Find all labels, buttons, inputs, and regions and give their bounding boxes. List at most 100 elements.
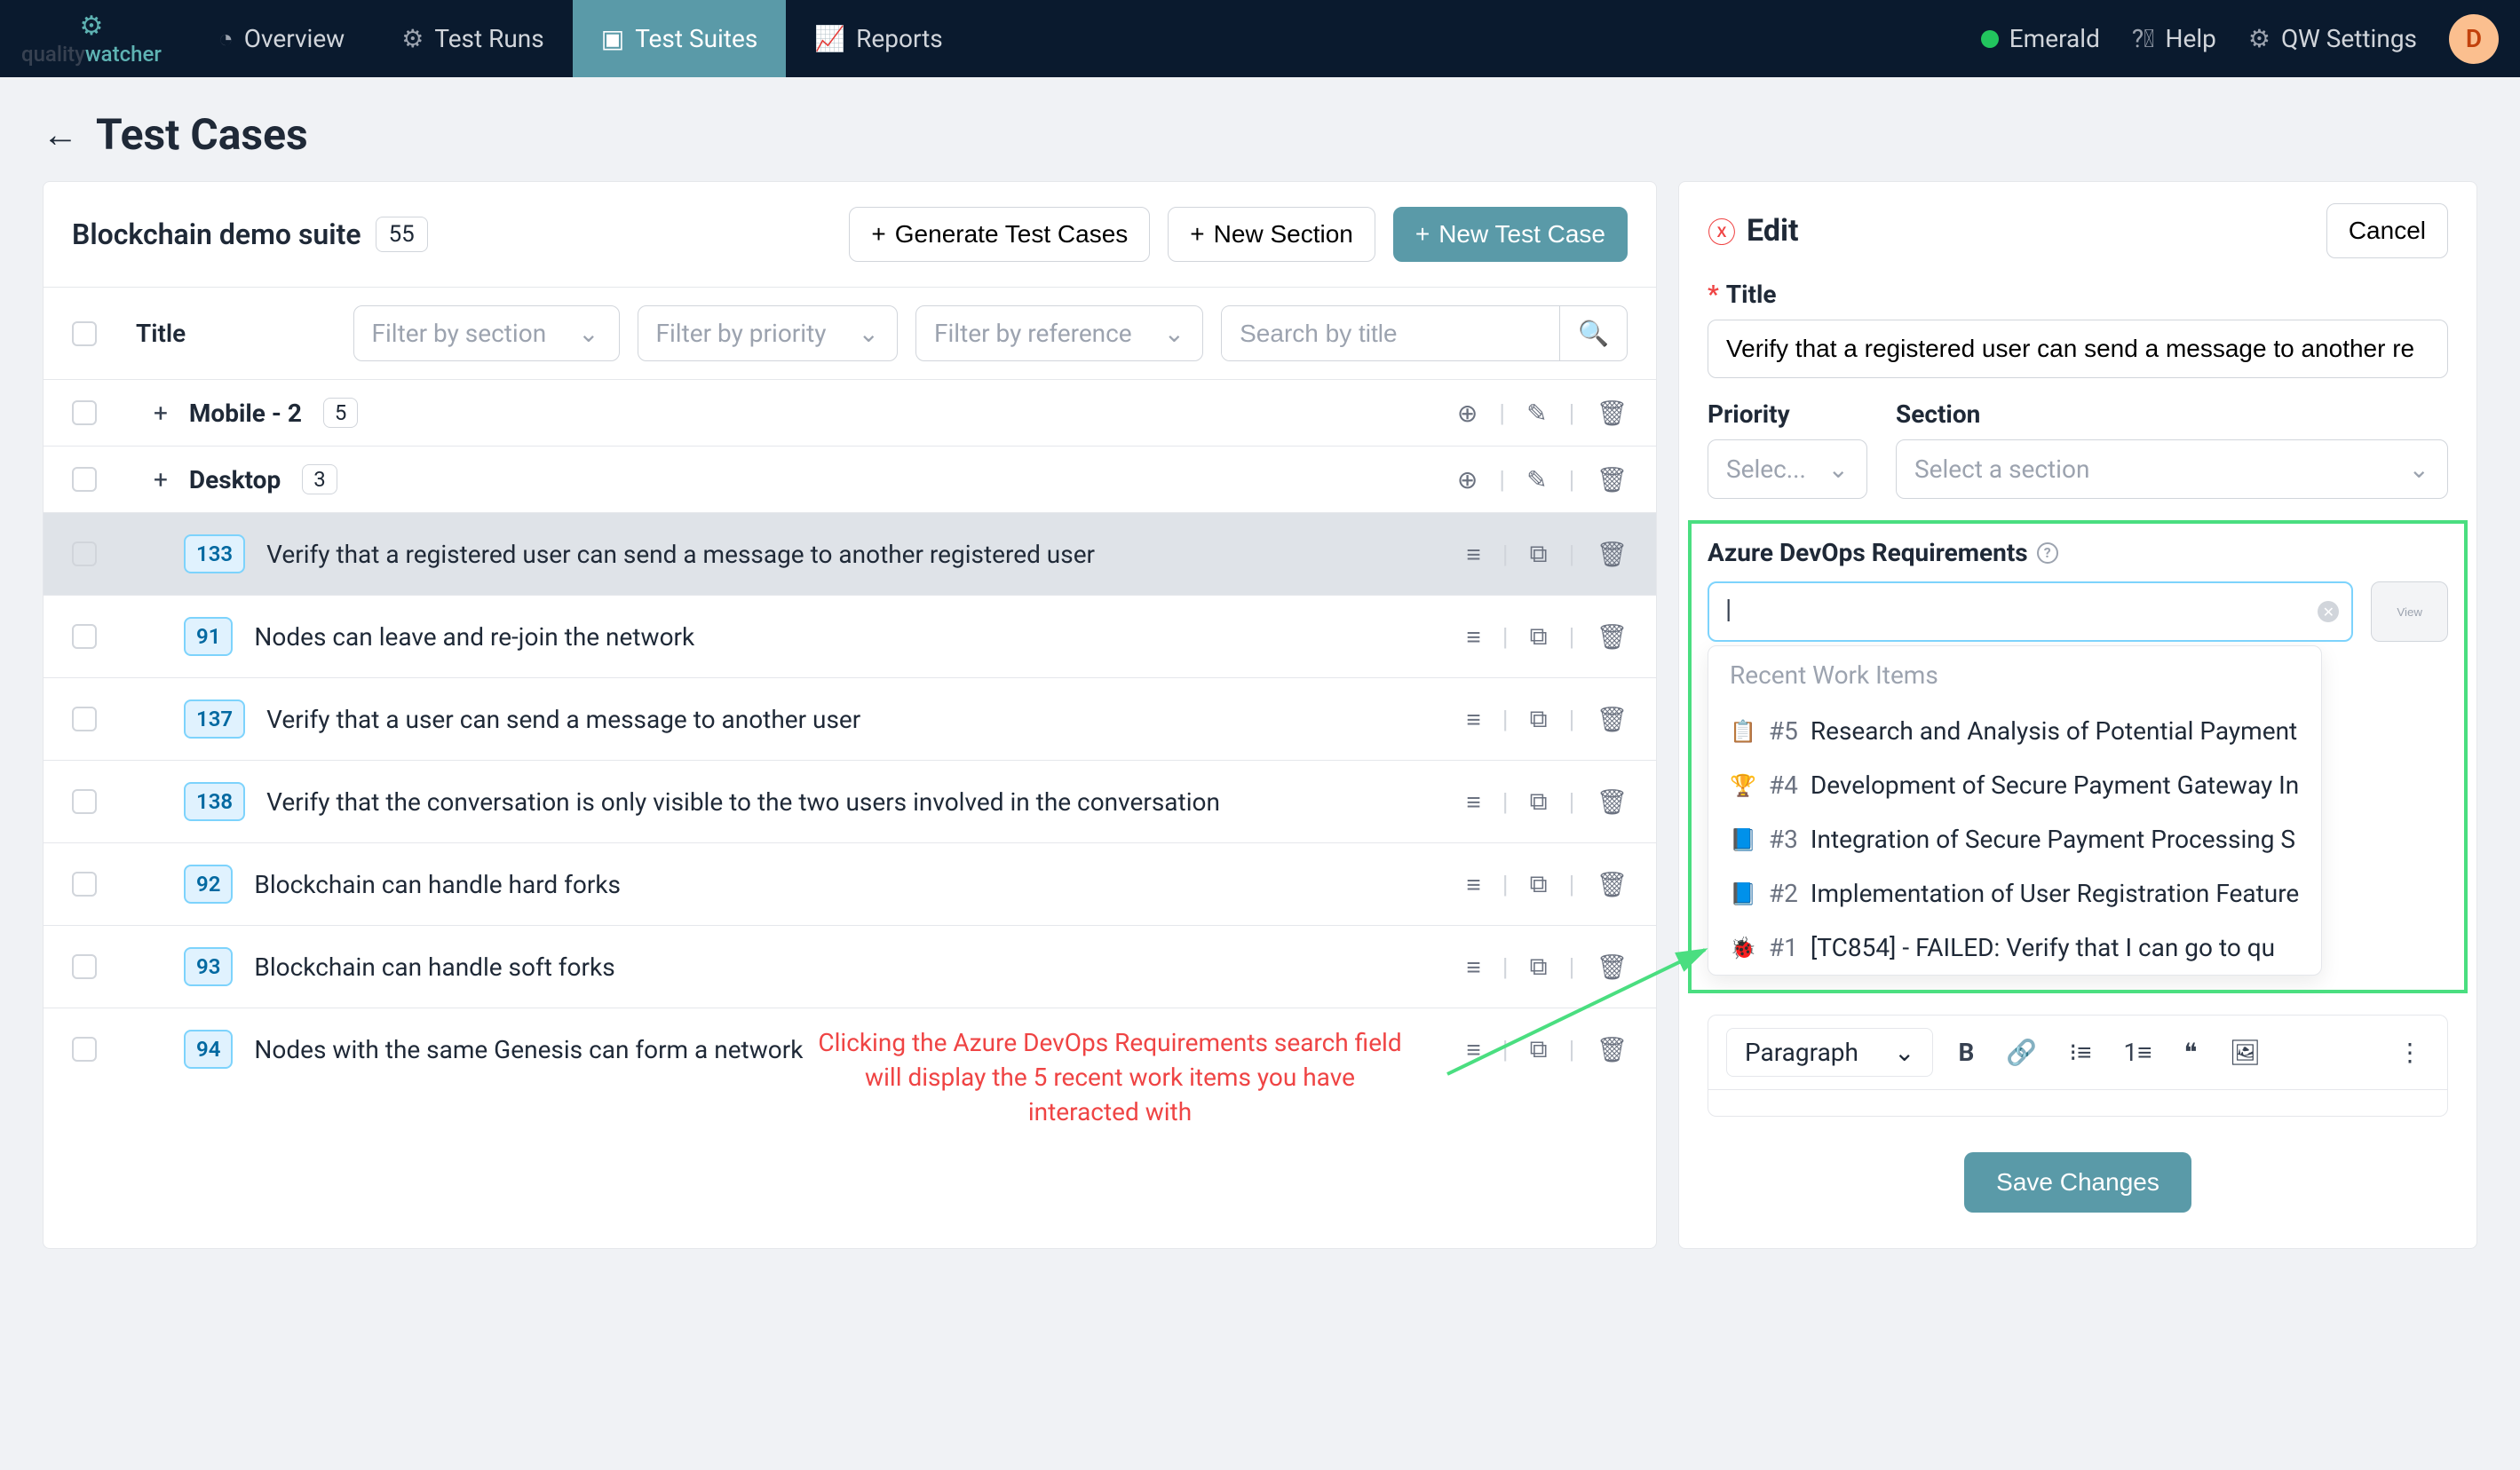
- copy-icon[interactable]: ⧉: [1530, 1034, 1548, 1064]
- copy-icon[interactable]: ⧉: [1530, 952, 1548, 982]
- work-item-id: #4: [1769, 771, 1798, 800]
- case-checkbox[interactable]: [72, 1037, 97, 1062]
- work-item[interactable]: 📋 #5 Research and Analysis of Potential …: [1708, 704, 2321, 758]
- search-input[interactable]: [1222, 307, 1559, 360]
- paragraph-select[interactable]: Paragraph⌄: [1726, 1028, 1933, 1077]
- case-id: 137: [184, 699, 245, 739]
- case-row[interactable]: 94 Nodes with the same Genesis can form …: [44, 1008, 1656, 1090]
- delete-icon[interactable]: 🗑: [1596, 952, 1628, 982]
- section-select[interactable]: Select a section⌄: [1896, 439, 2448, 499]
- case-title: Verify that a registered user can send a…: [266, 540, 1445, 569]
- chevron-down-icon: ⌄: [859, 319, 879, 348]
- info-icon[interactable]: ?: [2037, 542, 2058, 564]
- delete-icon[interactable]: 🗑: [1596, 787, 1628, 817]
- select-all-checkbox[interactable]: [72, 321, 97, 346]
- case-checkbox[interactable]: [72, 954, 97, 979]
- delete-icon[interactable]: 🗑: [1596, 399, 1628, 428]
- delete-icon[interactable]: 🗑: [1596, 622, 1628, 652]
- drag-icon[interactable]: ≡: [1466, 705, 1480, 734]
- expand-icon[interactable]: +: [154, 399, 168, 428]
- team-selector[interactable]: Emerald: [1981, 24, 2100, 53]
- drag-icon[interactable]: ≡: [1466, 1035, 1480, 1064]
- edit-icon[interactable]: ✎: [1526, 399, 1547, 428]
- case-checkbox[interactable]: [72, 541, 97, 566]
- case-checkbox[interactable]: [72, 707, 97, 731]
- link-icon[interactable]: 🔗: [1999, 1038, 2044, 1067]
- delete-icon[interactable]: 🗑: [1596, 1035, 1628, 1064]
- numbered-list-icon[interactable]: 1≡: [2116, 1038, 2159, 1067]
- case-id: 133: [184, 534, 245, 573]
- copy-icon[interactable]: ⧉: [1530, 539, 1548, 569]
- work-item[interactable]: 🏆 #4 Development of Secure Payment Gatew…: [1708, 758, 2321, 812]
- cancel-button[interactable]: Cancel: [2326, 203, 2448, 258]
- delete-icon[interactable]: 🗑: [1596, 540, 1628, 569]
- new-test-case-button[interactable]: +New Test Case: [1393, 207, 1628, 262]
- nav-reports[interactable]: 📈Reports: [786, 0, 971, 77]
- close-circle-icon[interactable]: ⓧ: [1708, 210, 1736, 251]
- save-changes-button[interactable]: Save Changes: [1964, 1152, 2191, 1213]
- work-item[interactable]: 📘 #3 Integration of Secure Payment Proce…: [1708, 812, 2321, 866]
- case-row[interactable]: 133 Verify that a registered user can se…: [44, 512, 1656, 595]
- add-icon[interactable]: ⊕: [1457, 465, 1478, 494]
- case-checkbox[interactable]: [72, 789, 97, 814]
- case-checkbox[interactable]: [72, 624, 97, 649]
- delete-icon[interactable]: 🗑: [1596, 705, 1628, 734]
- case-row[interactable]: 137 Verify that a user can send a messag…: [44, 677, 1656, 760]
- bullet-list-icon[interactable]: ⁝≡: [2062, 1038, 2098, 1067]
- case-row[interactable]: 92 Blockchain can handle hard forks ≡| ⧉…: [44, 842, 1656, 925]
- nav-help[interactable]: ?⃝Help: [2132, 0, 2216, 77]
- drag-icon[interactable]: ≡: [1466, 870, 1480, 899]
- section-checkbox[interactable]: [72, 467, 97, 492]
- case-row[interactable]: 138 Verify that the conversation is only…: [44, 760, 1656, 842]
- title-input[interactable]: [1708, 320, 2448, 378]
- section-count: 3: [302, 464, 337, 494]
- work-item[interactable]: 🐞 #1 [TC854] - FAILED: Verify that I can…: [1708, 921, 2321, 975]
- section-row-mobile[interactable]: + Mobile - 2 5 ⊕| ✎| 🗑: [44, 379, 1656, 446]
- back-arrow-icon[interactable]: ←: [43, 114, 78, 155]
- page-title: Test Cases: [96, 109, 308, 160]
- editor-body[interactable]: [1708, 1090, 2448, 1117]
- work-item[interactable]: 📘 #2 Implementation of User Registration…: [1708, 866, 2321, 921]
- drag-icon[interactable]: ≡: [1466, 622, 1480, 652]
- edit-icon[interactable]: ✎: [1526, 465, 1547, 494]
- nav-test-suites[interactable]: ▣Test Suites: [573, 0, 787, 77]
- avatar[interactable]: D: [2449, 14, 2499, 64]
- delete-icon[interactable]: 🗑: [1596, 465, 1628, 494]
- quote-icon[interactable]: ❝: [2177, 1038, 2205, 1067]
- case-id: 138: [184, 782, 245, 821]
- delete-icon[interactable]: 🗑: [1596, 870, 1628, 899]
- copy-icon[interactable]: ⧉: [1530, 704, 1548, 734]
- drag-icon[interactable]: ≡: [1466, 787, 1480, 817]
- nav-overview[interactable]: ◔Overview: [190, 0, 373, 77]
- title-label: *Title: [1708, 280, 2448, 309]
- new-section-button[interactable]: +New Section: [1168, 207, 1375, 262]
- chart-icon: 📈: [814, 24, 845, 53]
- filter-reference-select[interactable]: Filter by reference⌄: [915, 305, 1203, 361]
- copy-icon[interactable]: ⧉: [1530, 621, 1548, 652]
- image-icon[interactable]: 🖼: [2223, 1038, 2269, 1067]
- copy-icon[interactable]: ⧉: [1530, 786, 1548, 817]
- case-row[interactable]: 93 Blockchain can handle soft forks ≡| ⧉…: [44, 925, 1656, 1008]
- nav-test-runs[interactable]: ⚙Test Runs: [373, 0, 572, 77]
- drag-icon[interactable]: ≡: [1466, 540, 1480, 569]
- search-icon[interactable]: 🔍: [1559, 306, 1627, 360]
- section-row-desktop[interactable]: + Desktop 3 ⊕| ✎| 🗑: [44, 446, 1656, 512]
- case-checkbox[interactable]: [72, 872, 97, 897]
- drag-icon[interactable]: ≡: [1466, 952, 1480, 982]
- bold-icon[interactable]: B: [1951, 1038, 1981, 1067]
- filter-priority-select[interactable]: Filter by priority⌄: [638, 305, 898, 361]
- more-icon[interactable]: ⋮: [2390, 1038, 2429, 1067]
- generate-test-cases-button[interactable]: +Generate Test Cases: [849, 207, 1150, 262]
- filter-section-select[interactable]: Filter by section⌄: [353, 305, 620, 361]
- case-row[interactable]: 91 Nodes can leave and re-join the netwo…: [44, 595, 1656, 677]
- azure-search-input[interactable]: [1708, 581, 2353, 642]
- clear-icon[interactable]: ✕: [2318, 601, 2339, 622]
- logo[interactable]: ⚙ qualitywatcher: [21, 11, 162, 67]
- section-checkbox[interactable]: [72, 400, 97, 425]
- expand-icon[interactable]: +: [154, 465, 168, 494]
- nav-settings[interactable]: ⚙QW Settings: [2248, 0, 2417, 77]
- add-icon[interactable]: ⊕: [1457, 399, 1478, 428]
- priority-select[interactable]: Selec...⌄: [1708, 439, 1867, 499]
- view-button[interactable]: View: [2371, 581, 2448, 642]
- copy-icon[interactable]: ⧉: [1530, 869, 1548, 899]
